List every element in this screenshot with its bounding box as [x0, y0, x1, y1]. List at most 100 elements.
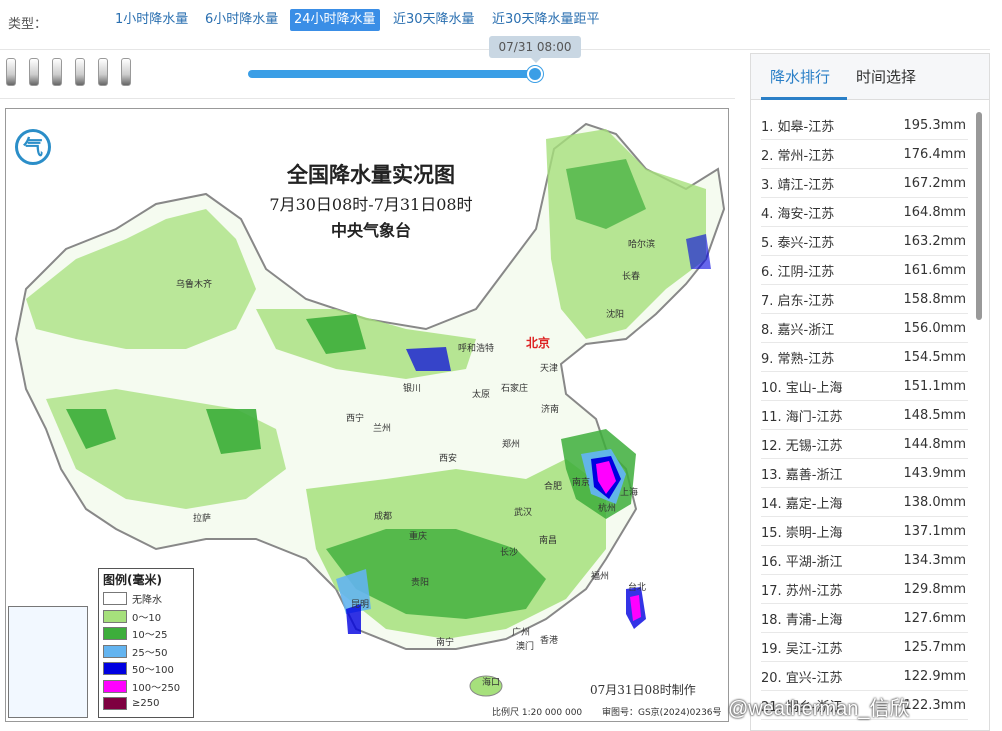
timeline-slider[interactable] — [248, 70, 536, 78]
made-time: 07月31日08时制作 — [590, 683, 696, 697]
precip-value: 137.1mm — [903, 523, 966, 539]
ranking-row[interactable]: 7. 启东-江苏 158.8mm — [761, 285, 968, 314]
watermark: @weatherman_信欣 — [728, 698, 910, 720]
ranking-row[interactable]: 3. 靖江-江苏 167.2mm — [761, 169, 968, 198]
frame-thumb[interactable] — [6, 58, 16, 86]
tab-6h[interactable]: 6小时降水量 — [201, 9, 282, 31]
ranking-row[interactable]: 19. 吴江-江苏 125.7mm — [761, 633, 968, 662]
frame-thumbnails[interactable] — [6, 58, 176, 86]
legend-swatch — [103, 609, 127, 623]
ranking-row[interactable]: 20. 宜兴-江苏 122.9mm — [761, 662, 968, 691]
station-name: 10. 宝山-上海 — [761, 380, 843, 396]
city-label: 济南 — [541, 405, 560, 415]
city-label: 天津 — [540, 364, 559, 374]
frame-thumb[interactable] — [121, 58, 131, 86]
precip-value: 129.8mm — [903, 581, 966, 597]
city-label: 乌鲁木齐 — [176, 280, 213, 290]
ranking-row[interactable]: 17. 苏州-江苏 129.8mm — [761, 575, 968, 604]
station-name: 6. 江阴-江苏 — [761, 264, 835, 280]
station-name: 12. 无锡-江苏 — [761, 438, 843, 454]
ranking-row[interactable]: 8. 嘉兴-浙江 156.0mm — [761, 314, 968, 343]
map-title: 全国降水量实况图 — [287, 162, 455, 187]
precip-value: 127.6mm — [903, 610, 966, 626]
type-label: 类型： — [8, 17, 48, 32]
legend-title: 图例(毫米) — [103, 573, 162, 587]
ranking-row[interactable]: 4. 海安-江苏 164.8mm — [761, 198, 968, 227]
ranking-row[interactable]: 5. 泰兴-江苏 163.2mm — [761, 227, 968, 256]
timeline-handle[interactable] — [527, 66, 543, 82]
station-name: 1. 如皋-江苏 — [761, 119, 835, 135]
legend-label: 0～10 — [132, 612, 162, 624]
station-name: 15. 崇明-上海 — [761, 525, 843, 541]
precip-value: 164.8mm — [903, 204, 966, 220]
ranking-row[interactable]: 10. 宝山-上海 151.1mm — [761, 372, 968, 401]
review-number: 审图号：GS京(2024)0236号 — [602, 708, 722, 718]
tab-1h[interactable]: 1小时降水量 — [111, 9, 192, 31]
city-label: 南昌 — [539, 536, 558, 546]
legend-label: 50～100 — [132, 665, 174, 677]
legend-label: 100～250 — [132, 682, 181, 694]
legend-item: ≥250 — [99, 695, 193, 713]
legend-swatch — [103, 592, 127, 606]
city-label: 上海 — [620, 488, 639, 498]
capital-label: 北京 — [526, 336, 551, 350]
station-name: 18. 青浦-上海 — [761, 612, 843, 628]
ranking-row[interactable]: 9. 常熟-江苏 154.5mm — [761, 343, 968, 372]
station-name: 14. 嘉定-上海 — [761, 496, 843, 512]
city-label: 哈尔滨 — [628, 240, 656, 250]
tab-24h[interactable]: 24小时降水量 — [290, 9, 380, 31]
city-label: 太原 — [472, 390, 491, 400]
precip-value: 143.9mm — [903, 465, 966, 481]
tab-underline — [761, 97, 847, 100]
city-label: 郑州 — [502, 440, 521, 450]
precip-value: 176.4mm — [903, 146, 966, 162]
legend-swatch — [103, 627, 127, 641]
station-name: 2. 常州-江苏 — [761, 148, 835, 164]
tab-30d[interactable]: 近30天降水量 — [389, 9, 479, 31]
station-name: 8. 嘉兴-浙江 — [761, 322, 835, 338]
precip-value: 151.1mm — [903, 378, 966, 394]
frame-thumb[interactable] — [75, 58, 85, 86]
precip-map: 气 全国降水量实况图 7月30日08时-7月31日08时 中央气象台 乌鲁木齐 … — [5, 108, 729, 722]
ranking-panel: 降水排行 时间选择 1. 如皋-江苏 195.3mm 2. 常州-江苏 176.4mm… — [750, 53, 990, 731]
frame-thumb[interactable] — [29, 58, 39, 86]
city-label: 呼和浩特 — [458, 344, 495, 354]
precip-value: 125.7mm — [903, 639, 966, 655]
legend-label: 25～50 — [132, 647, 168, 659]
ranking-row[interactable]: 2. 常州-江苏 176.4mm — [761, 140, 968, 169]
tab-ranking[interactable]: 降水排行 — [770, 66, 830, 87]
ranking-row[interactable]: 1. 如皋-江苏 195.3mm — [761, 111, 968, 140]
ranking-row[interactable]: 14. 嘉定-上海 138.0mm — [761, 488, 968, 517]
city-label: 兰州 — [373, 424, 392, 434]
city-label: 杭州 — [598, 504, 617, 514]
ranking-list: 1. 如皋-江苏 195.3mm 2. 常州-江苏 176.4mm 3. 靖江-江苏 16… — [761, 111, 968, 720]
tab-time-select[interactable]: 时间选择 — [856, 66, 916, 87]
map-subtitle: 7月30日08时-7月31日08时 — [269, 195, 473, 214]
station-name: 9. 常熟-江苏 — [761, 351, 835, 367]
legend-swatch — [103, 662, 127, 676]
cma-logo-icon: 气 — [15, 129, 51, 165]
precip-value: 122.9mm — [903, 668, 966, 684]
city-label: 成都 — [374, 512, 393, 522]
ranking-row[interactable]: 18. 青浦-上海 127.6mm — [761, 604, 968, 633]
ranking-row[interactable]: 13. 嘉善-浙江 143.9mm — [761, 459, 968, 488]
city-label: 重庆 — [409, 532, 428, 542]
ranking-row[interactable]: 12. 无锡-江苏 144.8mm — [761, 430, 968, 459]
frame-thumb[interactable] — [98, 58, 108, 86]
frame-thumb[interactable] — [52, 58, 62, 86]
city-label: 台北 — [628, 583, 647, 593]
ranking-row[interactable]: 16. 平湖-浙江 134.3mm — [761, 546, 968, 575]
ranking-row[interactable]: 15. 崇明-上海 137.1mm — [761, 517, 968, 546]
tab-30d-anomaly[interactable]: 近30天降水量距平 — [488, 9, 604, 31]
legend-item: 无降水 — [99, 590, 193, 608]
ranking-row[interactable]: 6. 江阴-江苏 161.6mm — [761, 256, 968, 285]
precip-value: 122.3mm — [903, 697, 966, 713]
station-name: 3. 靖江-江苏 — [761, 177, 835, 193]
city-label: 沈阳 — [606, 310, 625, 320]
legend-swatch — [103, 679, 127, 693]
scrollbar[interactable] — [976, 112, 982, 320]
legend-item: 50～100 — [99, 660, 193, 678]
legend-item: 0～10 — [99, 608, 193, 626]
panel-tabs: 降水排行 时间选择 — [751, 54, 989, 100]
ranking-row[interactable]: 11. 海门-江苏 148.5mm — [761, 401, 968, 430]
